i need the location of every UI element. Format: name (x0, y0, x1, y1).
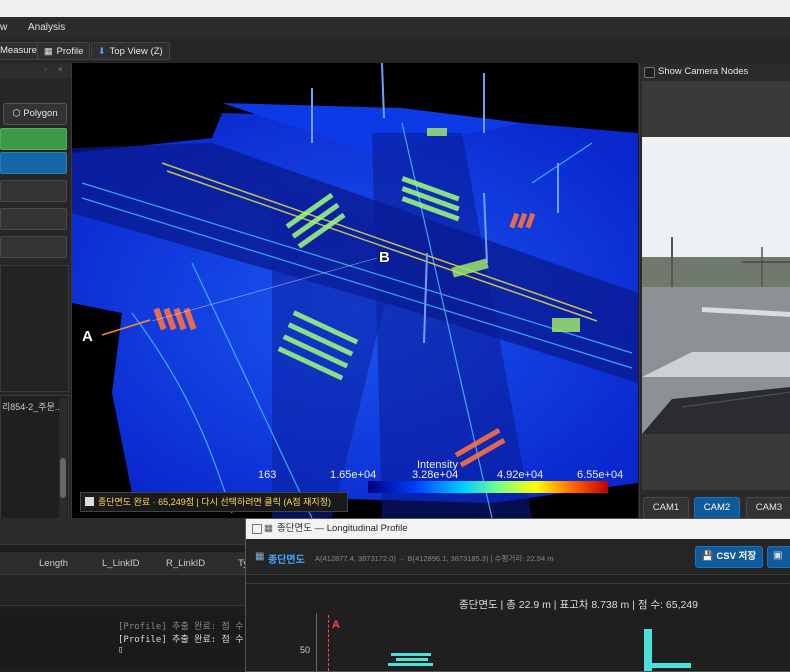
left-panel-header: ▫ × (0, 63, 71, 79)
profile-header-title: 종단면도 (268, 555, 305, 566)
close-icon[interactable]: × (58, 65, 63, 74)
image-icon: ▣ (773, 550, 783, 561)
point-cloud-viewport[interactable]: A B Intensity 163 1.65e+04 3.28e+04 4.92… (72, 63, 638, 518)
point-cloud-render (72, 63, 638, 518)
colorbar-tick-1: 1.65e+04 (330, 469, 377, 481)
left-panel: ▫ × ⬡ Polygon 리854-2_주문... (0, 63, 72, 519)
title-strip (0, 0, 790, 17)
menu-item-analysis[interactable]: Analysis (28, 22, 65, 33)
profile-coords: A(412877.4, 3873172.0) → B(412896.1, 387… (315, 554, 554, 563)
top-view-label: Top View (Z) (109, 46, 163, 57)
profile-label: Profile (56, 46, 84, 57)
layer-list[interactable] (0, 265, 69, 392)
measure-label: Measure (0, 45, 37, 56)
profile-header: ▦ 종단면도 A(412877.4, 3873172.0) → B(412896… (246, 539, 790, 575)
green-tool-button[interactable] (0, 128, 67, 150)
polygon-icon: ⬡ (12, 108, 21, 119)
console-line: [Profile] 추출 완료: 점 수 (118, 622, 244, 632)
show-camera-nodes-label: Show Camera Nodes (658, 66, 749, 77)
log-console: [Profile] 추출 완료: 점 수 [Profile] 추출 완료: 점 … (0, 615, 260, 670)
polygon-label: Polygon (23, 108, 58, 119)
window-icon (252, 524, 262, 534)
image-save-button[interactable]: ▣ (767, 546, 790, 568)
top-view-button[interactable]: ⬇ Top View (Z) (91, 42, 170, 60)
profile-plot[interactable]: 종단면도 | 총 22.9 m | 표고차 8.738 m | 점 수: 65,… (246, 575, 790, 671)
camera-preview-top (642, 81, 790, 137)
toolbar: Measure ▦ Profile ⬇ Top View (Z) (0, 39, 790, 64)
menu-item-view[interactable]: w (0, 22, 7, 33)
menu-bar: w Analysis (0, 17, 790, 39)
colorbar-tick-2: 3.28e+04 (412, 469, 459, 481)
checkbox-icon (85, 497, 94, 506)
column-l-linkid[interactable]: L_LinkID (102, 558, 140, 569)
colorbar-tick-0: 163 (258, 469, 277, 481)
column-r-linkid[interactable]: R_LinkID (166, 558, 205, 569)
chart-icon: ▦ (255, 551, 265, 562)
csv-save-label: CSV 저장 (716, 551, 757, 562)
status-message: 종단면도 완료 · 65,249점 | 다시 선택하려면 클릭 (A점 재지정) (80, 492, 348, 512)
tool-button-3[interactable] (0, 180, 67, 202)
save-icon: 💾 (701, 551, 714, 562)
colorbar-tick-3: 4.92e+04 (497, 469, 544, 481)
camera-preview-bottom (642, 434, 790, 490)
cam1-button[interactable]: CAM1 (643, 497, 689, 519)
blue-tool-button[interactable] (0, 152, 67, 174)
column-length[interactable]: Length (39, 558, 68, 569)
float-icon[interactable]: ▫ (44, 65, 47, 74)
list-item[interactable]: 리854-2_주문... (2, 400, 62, 413)
console-line: [Profile] 추출 완료: 점 수 (118, 635, 244, 645)
chart-icon: ▦ (44, 46, 53, 56)
arrow-down-icon: ⬇ (98, 46, 106, 56)
camera-image (642, 137, 790, 434)
link-list[interactable]: 리854-2_주문... (0, 395, 69, 519)
point-b-label: B (379, 249, 390, 266)
show-camera-nodes-checkbox[interactable] (644, 67, 655, 78)
profile-points (388, 629, 691, 671)
table-header: Length L_LinkID R_LinkID Ty (0, 552, 260, 575)
console-cursor: ▯ (118, 645, 124, 655)
list-scrollbar[interactable] (59, 398, 67, 518)
camera-panel: Show Camera Nodes CAM1 CAM2 CAM3 (639, 63, 790, 519)
polygon-button[interactable]: ⬡ Polygon (3, 103, 67, 125)
csv-save-button[interactable]: 💾 CSV 저장 (695, 546, 763, 568)
tool-button-5[interactable] (0, 236, 67, 258)
cam3-button[interactable]: CAM3 (746, 497, 790, 519)
status-text: 종단면도 완료 · 65,249점 | 다시 선택하려면 클릭 (A점 재지정) (98, 497, 331, 507)
profile-button[interactable]: ▦ Profile (37, 42, 91, 60)
profile-window-title: 종단면도 — Longitudinal Profile (276, 523, 408, 534)
profile-window-titlebar: ▦ 종단면도 — Longitudinal Profile (246, 519, 790, 539)
point-a-label: A (82, 328, 93, 345)
table-body[interactable] (0, 575, 245, 606)
colorbar-tick-4: 6.55e+04 (577, 469, 624, 481)
profile-window: ▦ 종단면도 — Longitudinal Profile ▦ 종단면도 A(41… (245, 518, 790, 672)
chart-icon: ▦ (264, 523, 273, 534)
cam2-button[interactable]: CAM2 (694, 497, 740, 519)
tool-button-4[interactable] (0, 208, 67, 230)
